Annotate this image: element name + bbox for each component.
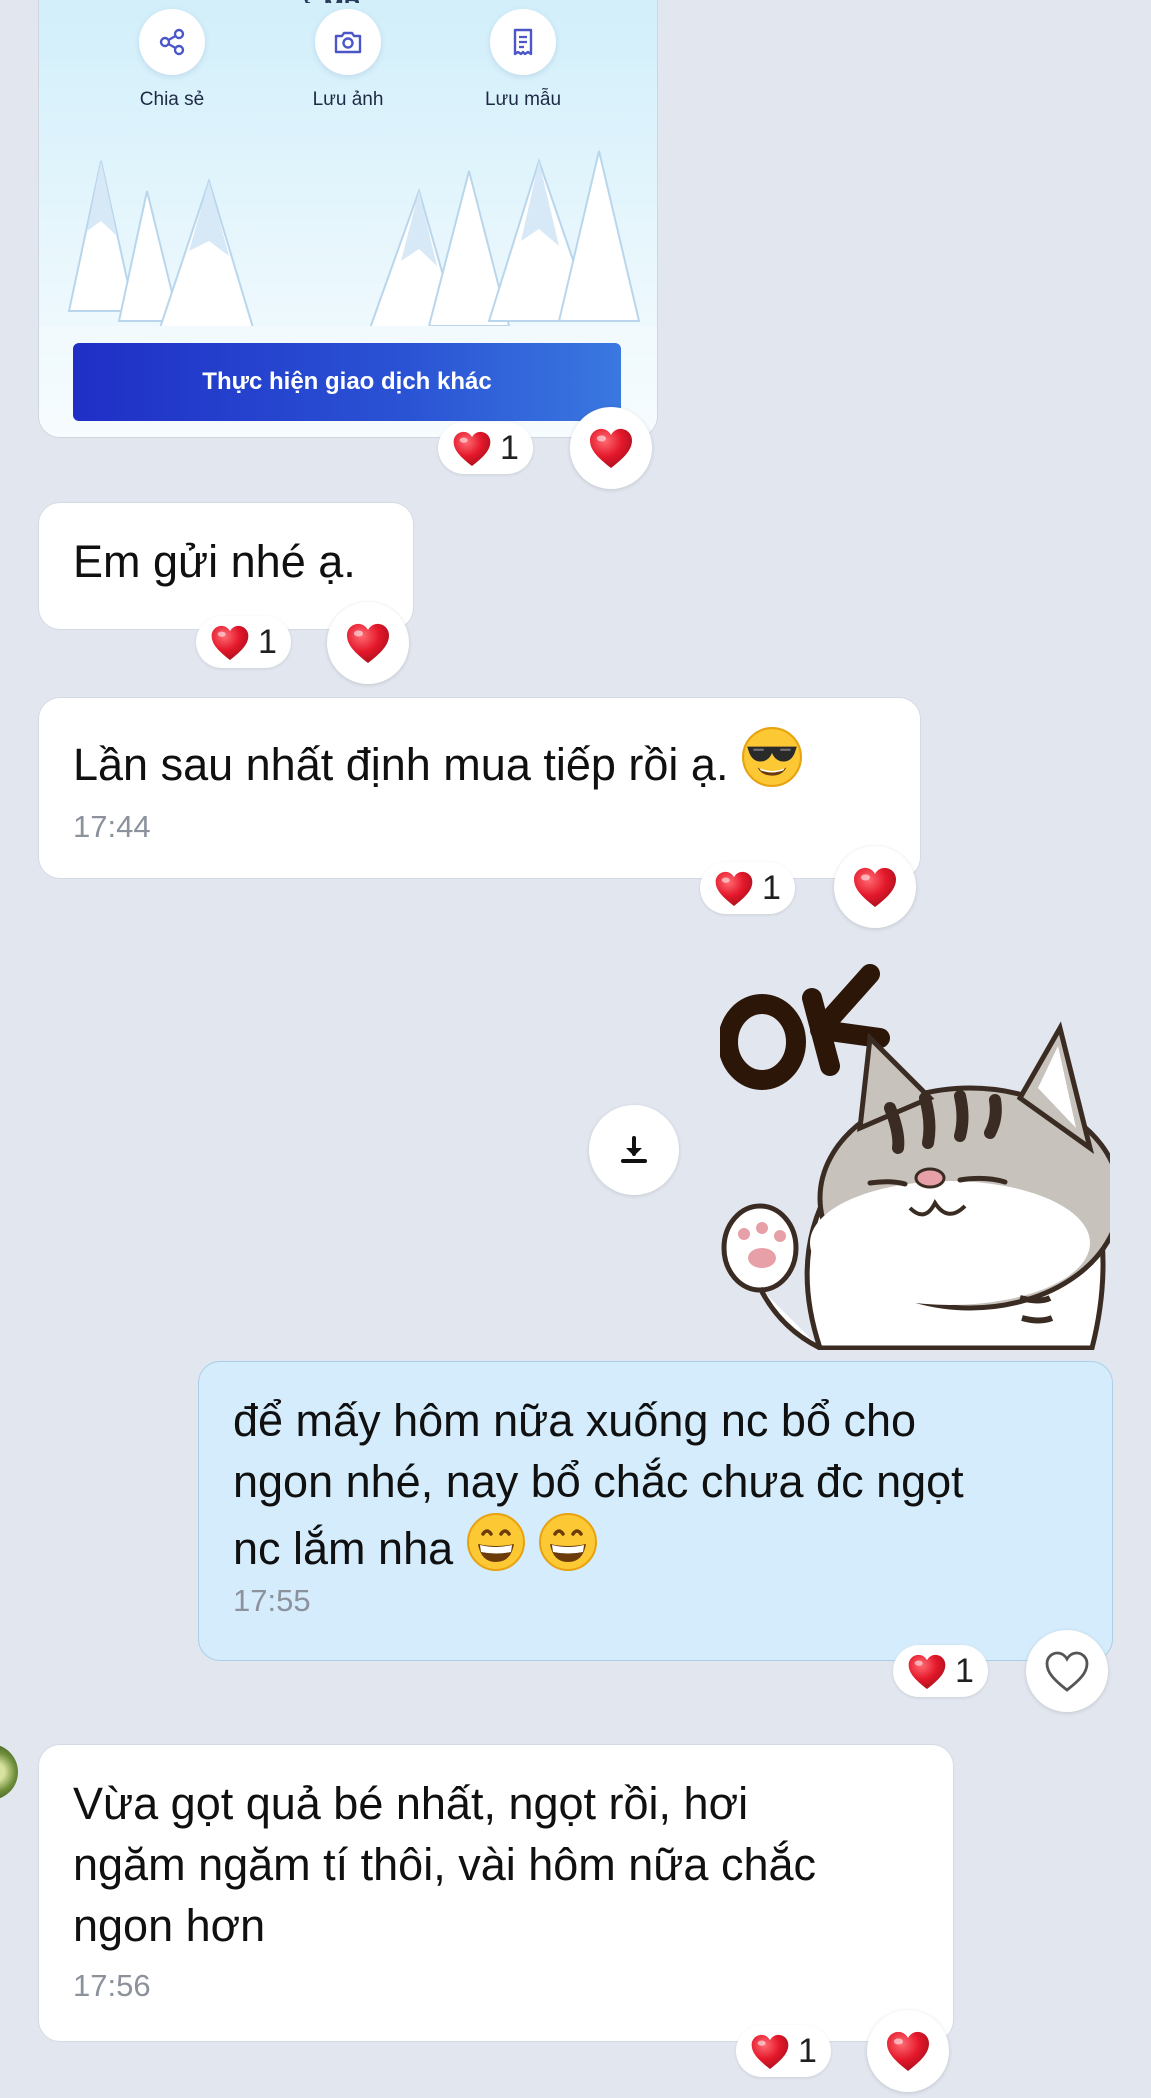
react-heart-button[interactable] xyxy=(834,846,916,928)
sunglasses-emoji-icon xyxy=(741,726,803,788)
reaction-count-pill[interactable]: 1 xyxy=(893,1645,988,1697)
heart-icon xyxy=(210,624,250,661)
heart-icon xyxy=(345,622,391,664)
react-heart-button[interactable] xyxy=(867,2010,949,2092)
heart-icon xyxy=(452,430,492,467)
heart-icon xyxy=(714,870,754,907)
transfer-receipt-card: ✈ MB Chia sẻ Lưu ảnh Lưu mẫu xyxy=(38,0,658,438)
message-time: 17:44 xyxy=(73,809,151,844)
react-heart-button[interactable] xyxy=(570,407,652,489)
message-text-line-2: ngăm ngăm tí thôi, vài hôm nữa chắc xyxy=(73,1839,817,1890)
share-icon xyxy=(159,28,185,56)
message-bubble[interactable]: Vừa gọt quả bé nhất, ngọt rồi, hơi ngăm … xyxy=(38,1744,954,2042)
message-text-line-1: Vừa gọt quả bé nhất, ngọt rồi, hơi xyxy=(73,1778,749,1829)
ok-cat-sticker[interactable] xyxy=(720,958,1110,1350)
card-top-cut-text: ✈ MB xyxy=(297,0,361,3)
react-heart-outline-button[interactable] xyxy=(1026,1630,1108,1712)
heart-icon xyxy=(852,866,898,908)
message-text: Lần sau nhất định mua tiếp rồi ạ. xyxy=(73,739,729,790)
reaction-count: 1 xyxy=(955,1651,974,1690)
reaction-count-pill[interactable]: 1 xyxy=(700,862,795,914)
reaction-count: 1 xyxy=(762,868,781,907)
camera-icon xyxy=(334,31,362,54)
heart-icon xyxy=(588,427,634,469)
receipt-icon xyxy=(513,28,533,56)
grinning-emoji-icon xyxy=(466,1512,526,1572)
reaction-count: 1 xyxy=(500,428,519,467)
pine-trees-illustration xyxy=(39,150,657,351)
message-text-line-1: để mấy hôm nữa xuống nc bổ cho xyxy=(233,1395,917,1446)
sender-avatar[interactable] xyxy=(0,1744,18,1800)
message-text: Em gửi nhé ạ. xyxy=(73,536,356,587)
heart-outline-icon xyxy=(1045,1651,1089,1692)
heart-icon xyxy=(907,1653,947,1690)
reaction-count: 1 xyxy=(798,2031,817,2070)
new-transaction-button[interactable]: Thực hiện giao dịch khác xyxy=(73,343,621,421)
message-text-line-3: ngon hơn xyxy=(73,1900,266,1951)
heart-icon xyxy=(750,2033,790,2070)
reaction-count-pill[interactable]: 1 xyxy=(438,422,533,474)
message-time: 17:55 xyxy=(233,1583,311,1618)
message-time: 17:56 xyxy=(73,1968,151,2003)
share-label: Chia sẻ xyxy=(139,89,205,110)
reaction-count-pill[interactable]: 1 xyxy=(196,616,291,668)
message-text-line-3: nc lắm nha xyxy=(233,1523,454,1574)
message-bubble-mine[interactable]: để mấy hôm nữa xuống nc bổ cho ngon nhé,… xyxy=(198,1361,1113,1661)
share-action[interactable]: Chia sẻ xyxy=(97,9,247,111)
download-icon xyxy=(621,1136,647,1163)
grinning-emoji-icon xyxy=(538,1512,598,1572)
save-template-label: Lưu mẫu xyxy=(484,89,562,110)
reaction-count: 1 xyxy=(258,622,277,661)
heart-icon xyxy=(885,2030,931,2072)
save-template-action[interactable]: Lưu mẫu xyxy=(448,9,598,111)
message-text-line-2: ngon nhé, nay bổ chắc chưa đc ngọt xyxy=(233,1456,964,1507)
save-image-label: Lưu ảnh xyxy=(312,89,384,110)
download-sticker-button[interactable] xyxy=(589,1105,679,1195)
save-image-action[interactable]: Lưu ảnh xyxy=(273,9,423,111)
message-bubble[interactable]: Lần sau nhất định mua tiếp rồi ạ. 17:44 xyxy=(38,697,921,879)
ok-sticker-text xyxy=(720,964,890,1090)
reaction-count-pill[interactable]: 1 xyxy=(736,2025,831,2077)
react-heart-button[interactable] xyxy=(327,602,409,684)
